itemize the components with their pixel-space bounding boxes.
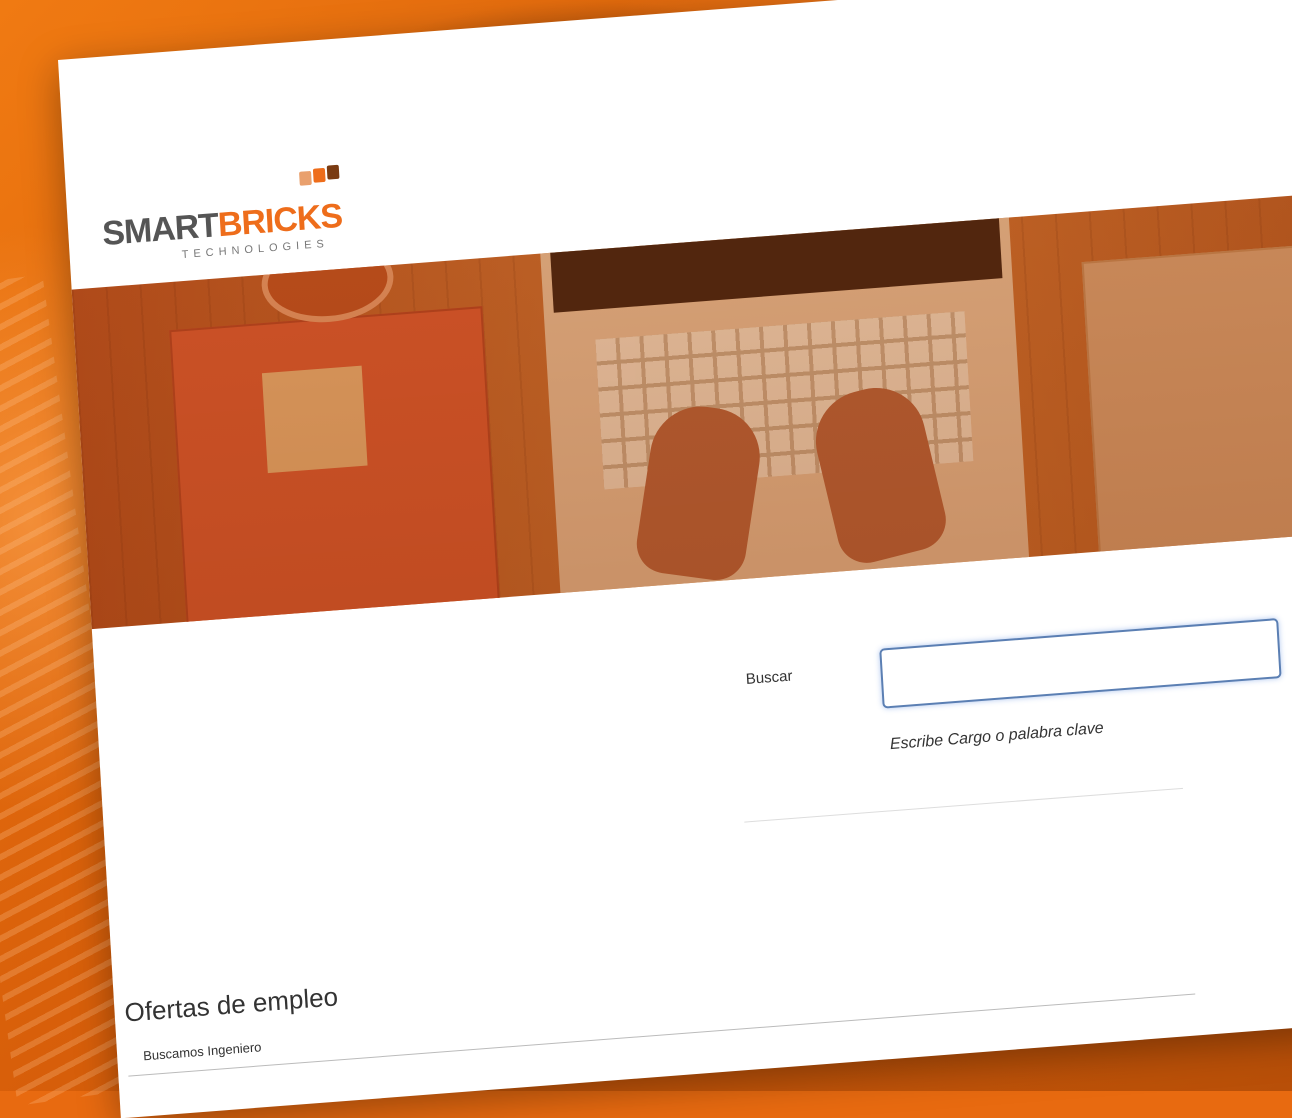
web-page: SMARTBRICKS TECHNOLOGIES Buscar Escribe …: [58, 0, 1292, 1118]
search-divider: [744, 787, 1184, 823]
search-input[interactable]: [879, 618, 1282, 709]
hero-overlay: [71, 189, 1292, 630]
logo-smart-text: SMART: [101, 206, 220, 254]
job-offer-link[interactable]: Buscamos Ingeniero: [143, 1039, 262, 1063]
smartbricks-logo[interactable]: SMARTBRICKS TECHNOLOGIES: [99, 156, 374, 267]
search-label: Buscar: [745, 667, 793, 689]
hero-banner-image: [71, 189, 1292, 630]
job-offers-title: Ofertas de empleo: [123, 981, 339, 1028]
search-hint: Escribe Cargo o palabra clave: [889, 719, 1105, 754]
